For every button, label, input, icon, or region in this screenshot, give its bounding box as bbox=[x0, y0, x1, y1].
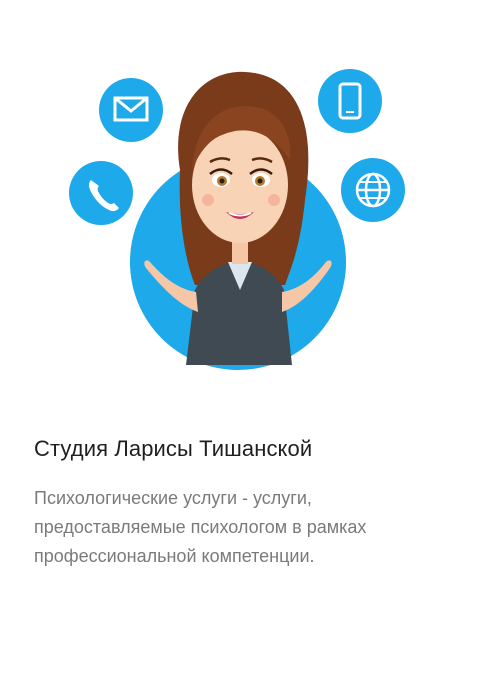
card-title: Студия Ларисы Тишанской bbox=[34, 436, 313, 461]
service-card[interactable]: Студия Ларисы Тишанской Психологические … bbox=[0, 0, 478, 679]
phone-icon bbox=[69, 161, 133, 225]
mail-icon bbox=[99, 78, 163, 142]
card-description: Психологические услуги - услуги, предост… bbox=[34, 488, 367, 566]
globe-icon bbox=[341, 158, 405, 222]
hero-illustration bbox=[0, 0, 478, 400]
mobile-device-icon bbox=[318, 69, 382, 133]
